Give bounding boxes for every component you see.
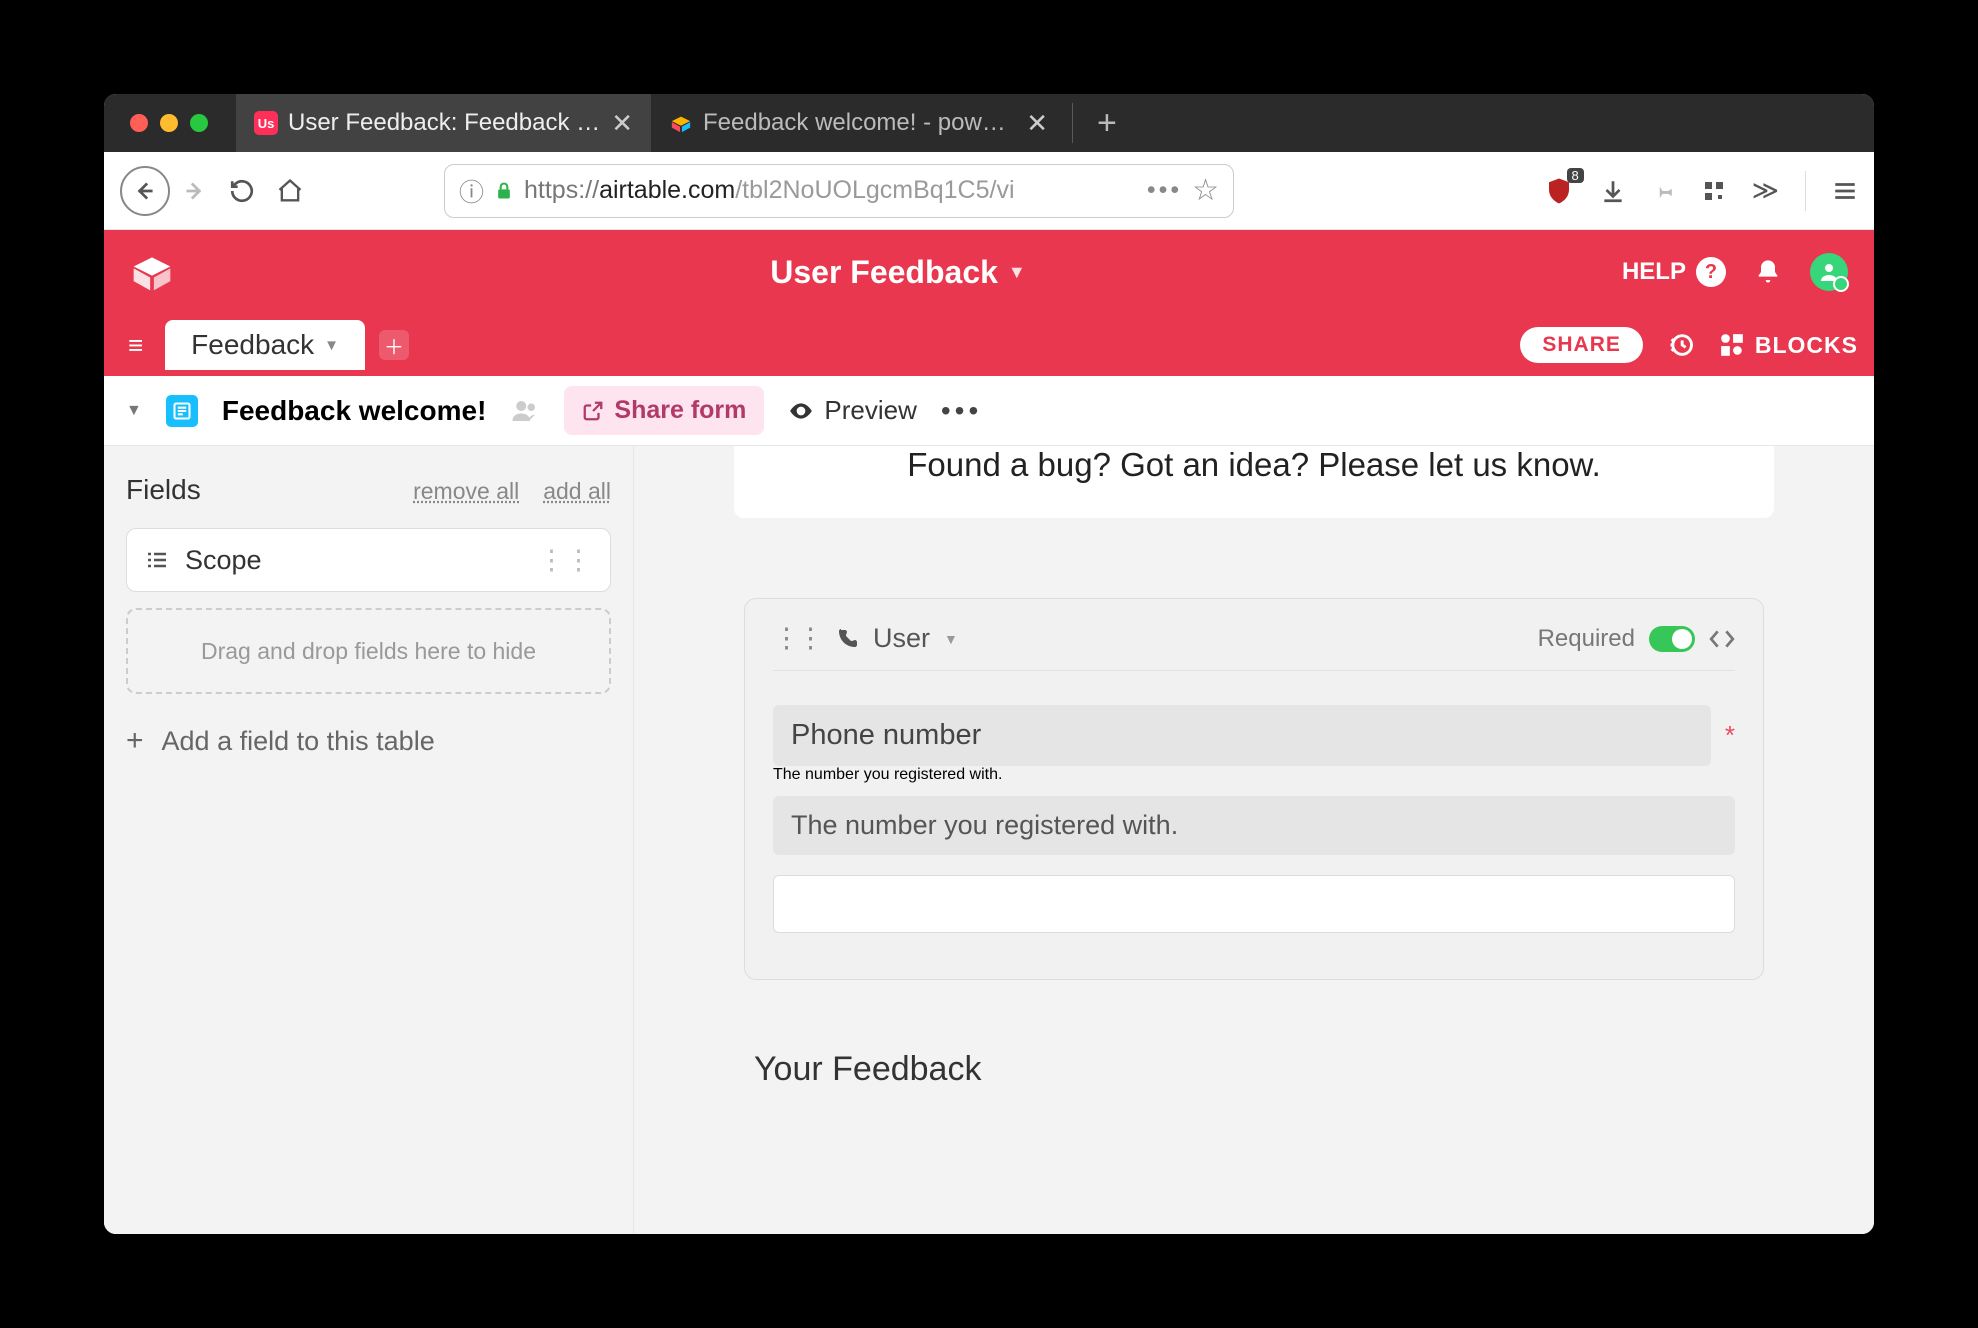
browser-window: Us User Feedback: Feedback - Airt ✕ Feed…	[104, 94, 1874, 1234]
collaborators-icon[interactable]	[510, 396, 540, 426]
form-view-icon	[166, 395, 198, 427]
notifications-icon[interactable]	[1754, 258, 1782, 286]
reload-button[interactable]	[218, 167, 266, 215]
required-asterisk: *	[1725, 720, 1735, 751]
form-builder-body: Fields remove all add all Scope ⋮⋮ Drag …	[104, 446, 1874, 1234]
eye-icon	[788, 398, 814, 424]
add-all-link[interactable]: add all	[543, 478, 611, 505]
caret-down-icon[interactable]: ▼	[944, 631, 958, 647]
sidebar-toggle-icon[interactable]: ≡	[120, 330, 151, 361]
field-help-input[interactable]: The number you registered with.	[773, 796, 1735, 855]
plus-icon: +	[126, 724, 144, 758]
more-options-icon[interactable]: •••	[941, 395, 982, 427]
toolbar-icons: ≫	[1544, 171, 1858, 211]
titlebar: Us User Feedback: Feedback - Airt ✕ Feed…	[104, 94, 1874, 152]
tab-title: Feedback welcome! - powered	[703, 109, 1016, 137]
required-label: Required	[1538, 625, 1635, 653]
form-canvas: Found a bug? Got an idea? Please let us …	[634, 446, 1874, 1234]
overflow-icon[interactable]: ≫	[1752, 175, 1779, 206]
caret-down-icon: ▼	[324, 337, 339, 354]
ublock-icon[interactable]	[1544, 176, 1574, 206]
favicon-icon	[669, 111, 693, 135]
multiselect-icon	[145, 548, 169, 572]
phone-icon	[835, 627, 859, 651]
field-name: Scope	[185, 545, 262, 576]
help-icon: ?	[1696, 257, 1726, 287]
external-link-icon	[582, 400, 604, 422]
field-type-name[interactable]: User	[873, 623, 930, 654]
next-field-heading[interactable]: Your Feedback	[744, 1050, 1764, 1089]
table-tabs-row: ≡ Feedback ▼ ＋ SHARE BLOCKS	[104, 314, 1874, 376]
apps-icon[interactable]	[1702, 179, 1726, 203]
field-value-input[interactable]	[773, 875, 1735, 933]
share-form-button[interactable]: Share form	[564, 386, 764, 435]
browser-tab-1[interactable]: Us User Feedback: Feedback - Airt ✕	[236, 94, 651, 152]
url-bar[interactable]: ⓘ https://airtable.com/tbl2NoUOLgcmBq1C5…	[444, 164, 1234, 218]
avatar[interactable]	[1810, 253, 1848, 291]
airtable-logo-icon[interactable]	[130, 250, 174, 294]
hide-field-icon[interactable]	[1709, 626, 1735, 652]
forward-button[interactable]	[170, 167, 218, 215]
table-tab-feedback[interactable]: Feedback ▼	[165, 320, 365, 370]
drag-handle-icon[interactable]: ⋮⋮	[538, 545, 592, 576]
lock-icon	[494, 181, 514, 201]
base-name[interactable]: User Feedback ▼	[770, 254, 1026, 291]
view-name[interactable]: Feedback welcome!	[222, 395, 487, 427]
share-button[interactable]: SHARE	[1520, 327, 1643, 363]
help-link[interactable]: HELP?	[1622, 257, 1726, 287]
url-text: https://airtable.com/tbl2NoUOLgcmBq1C5/v…	[524, 176, 1015, 205]
pin-icon[interactable]	[1652, 179, 1676, 203]
minimize-window[interactable]	[160, 114, 178, 132]
preview-button[interactable]: Preview	[788, 395, 916, 426]
window-controls	[130, 114, 208, 132]
caret-down-icon: ▼	[1008, 262, 1026, 283]
blocks-button[interactable]: BLOCKS	[1719, 332, 1858, 359]
field-label-input[interactable]: Phone number	[773, 705, 1711, 766]
form-field-user[interactable]: ⋮⋮ User ▼ Required Phone number *	[744, 598, 1764, 980]
add-table-button[interactable]: ＋	[379, 330, 409, 360]
hide-dropzone[interactable]: Drag and drop fields here to hide	[126, 608, 611, 694]
close-window[interactable]	[130, 114, 148, 132]
home-button[interactable]	[266, 167, 314, 215]
add-field-button[interactable]: + Add a field to this table	[126, 724, 611, 758]
fields-heading: Fields	[126, 474, 201, 506]
drag-handle-icon[interactable]: ⋮⋮	[773, 623, 821, 654]
navbar: ⓘ https://airtable.com/tbl2NoUOLgcmBq1C5…	[104, 152, 1874, 230]
fields-sidebar: Fields remove all add all Scope ⋮⋮ Drag …	[104, 446, 634, 1234]
tab-title: User Feedback: Feedback - Airt	[288, 109, 601, 137]
menu-icon[interactable]	[1832, 178, 1858, 204]
available-field-scope[interactable]: Scope ⋮⋮	[126, 528, 611, 592]
view-toolbar: ▼ Feedback welcome! Share form Preview •…	[104, 376, 1874, 446]
views-dropdown-icon[interactable]: ▼	[126, 402, 142, 420]
downloads-icon[interactable]	[1600, 178, 1626, 204]
page-actions-icon[interactable]: •••	[1147, 176, 1182, 205]
tab-strip: Us User Feedback: Feedback - Airt ✕ Feed…	[236, 94, 1860, 152]
airtable-header: User Feedback ▼ HELP?	[104, 230, 1874, 314]
base-name-text: User Feedback	[770, 254, 998, 291]
browser-tab-2[interactable]: Feedback welcome! - powered ✕	[651, 94, 1066, 152]
form-description[interactable]: Found a bug? Got an idea? Please let us …	[734, 446, 1774, 518]
site-info-icon[interactable]: ⓘ	[459, 173, 484, 209]
remove-all-link[interactable]: remove all	[413, 478, 519, 505]
close-tab-icon[interactable]: ✕	[1026, 108, 1048, 139]
new-tab-button[interactable]: +	[1079, 104, 1135, 143]
favicon-icon: Us	[254, 111, 278, 135]
required-toggle[interactable]	[1649, 626, 1695, 652]
fullscreen-window[interactable]	[190, 114, 208, 132]
table-tab-label: Feedback	[191, 329, 314, 361]
close-tab-icon[interactable]: ✕	[611, 108, 633, 139]
bookmark-icon[interactable]: ☆	[1192, 173, 1219, 208]
field-help-input[interactable]: The number you registered with.	[773, 766, 1735, 784]
blocks-icon	[1719, 332, 1745, 358]
history-icon[interactable]	[1667, 331, 1695, 359]
back-button[interactable]	[120, 166, 170, 216]
